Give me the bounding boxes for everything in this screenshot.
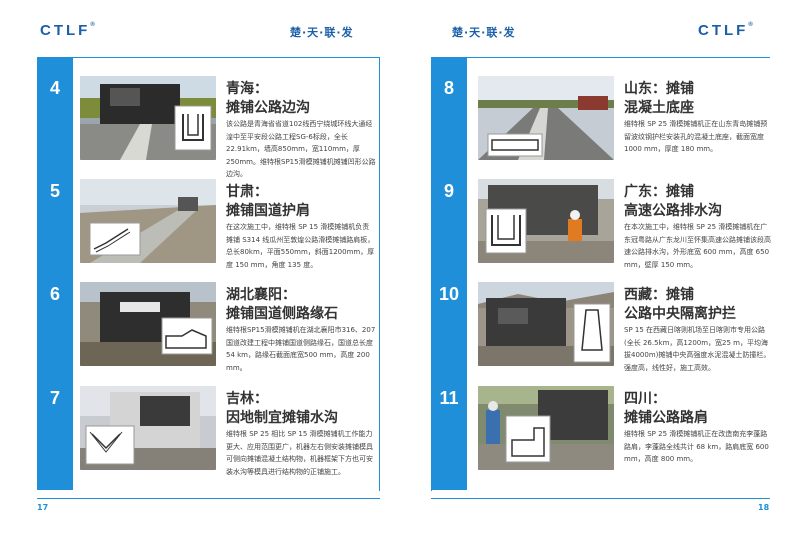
case-photo	[478, 76, 614, 160]
case-photo	[478, 282, 614, 366]
case-section: 4 青海： 摊铺公路边沟 该公路是青海省省道102线西宁绕城环线大通经湟中至平安…	[0, 70, 400, 178]
section-title: 甘肃： 摊铺国道护肩	[226, 184, 310, 219]
brand-slogan: 楚·天·联·发	[290, 26, 354, 39]
section-title: 吉林： 因地制宜摊铺水沟	[226, 391, 338, 426]
case-section: 8 山东：摊铺 混凝土底座 维特根 SP 25 滑模摊铺机正在山东青岛摊铺预留波…	[400, 70, 800, 162]
page-number: 17	[37, 503, 49, 512]
section-description: 维特根 SP 25 滑模摊铺机正在改造南充李蓬路路肩，李蓬路全线共计 68 km…	[624, 430, 769, 463]
brand-logo: CTLF®	[40, 22, 95, 39]
case-photo	[80, 282, 216, 366]
section-title: 山东：摊铺 混凝土底座	[624, 81, 694, 116]
right-page: 楚·天·联·发 CTLF® 8 山东：摊铺 混凝土底座 维特根 SP 25 滑模…	[400, 0, 800, 542]
case-photo	[478, 386, 614, 470]
section-title: 西藏：摊铺 公路中央隔离护拦	[624, 287, 736, 322]
case-photo	[80, 179, 216, 263]
section-number: 4	[49, 78, 60, 98]
section-title: 广东：摊铺 高速公路排水沟	[624, 184, 722, 219]
section-number: 9	[443, 181, 454, 201]
section-title: 青海： 摊铺公路边沟	[226, 81, 310, 116]
section-description: 维特根 SP 25 滑模摊铺机正在山东青岛摊铺预留波纹钢护栏安装孔的混凝土底座，…	[624, 120, 768, 153]
section-description: 在这次施工中，维特根 SP 15 滑模摊铺机负责摊铺 S314 线瓜州至敦煌公路…	[226, 223, 375, 269]
section-description: 维特根 SP 25 相比 SP 15 滑模摊铺机工作能力更大、应用范围更广，机器…	[226, 430, 373, 476]
case-photo	[478, 179, 614, 263]
section-number: 5	[49, 181, 60, 201]
section-description: 维特根SP15滑模摊铺机在湖北襄阳市316、207国道改建工程中摊铺国道侧路缘石…	[226, 326, 376, 372]
brand-logo: CTLF®	[698, 22, 753, 39]
left-page: CTLF® 楚·天·联·发 4 青海： 摊铺公路边沟 该公路是青海省省道102线…	[0, 0, 400, 542]
section-number: 8	[443, 78, 454, 98]
section-number: 6	[49, 284, 60, 304]
case-section: 7 吉林： 因地制宜摊铺水沟 维特根 SP 25 相比 SP 15 滑模摊铺机工…	[0, 380, 400, 476]
section-title: 四川： 摊铺公路路肩	[624, 391, 708, 426]
page-number: 18	[758, 503, 770, 512]
section-description: SP 15 在西藏日喀则机场至日喀则市专用公路(全长 26.5km，高1200m…	[624, 326, 771, 372]
section-title: 湖北襄阳： 摊铺国道侧路缘石	[226, 287, 338, 322]
section-number: 10	[438, 284, 460, 304]
case-section: 5 甘肃： 摊铺国道护肩 在这次施工中，维特根 SP 15 滑模摊铺机负责摊铺 …	[0, 173, 400, 269]
case-photo	[80, 76, 216, 160]
section-description: 在本次施工中，维特根 SP 25 滑模摊铺机在广东冠粤路从广东龙川至怀集高速公路…	[624, 223, 771, 269]
section-description: 该公路是青海省省道102线西宁绕城环线大通经湟中至平安段公路工程SG-6标段，全…	[226, 120, 376, 178]
case-photo	[80, 386, 216, 470]
brand-slogan: 楚·天·联·发	[452, 26, 516, 39]
case-section: 10 西藏：摊铺 公路中央隔离护拦 SP 15 在西藏日喀则机场至日喀则市专用公…	[400, 276, 800, 372]
section-number: 11	[439, 388, 459, 408]
case-section: 6 湖北襄阳： 摊铺国道侧路缘石 维特根SP15滑模摊铺机在湖北襄阳市316、2…	[0, 276, 400, 372]
section-number: 7	[49, 388, 60, 408]
case-section: 11 四川： 摊铺公路路肩 维特根 SP 25 滑模摊铺机正在改造南充李蓬路路肩…	[400, 380, 800, 472]
case-section: 9 广东：摊铺 高速公路排水沟 在本次施工中，维特根 SP 25 滑模摊铺机在广…	[400, 173, 800, 269]
